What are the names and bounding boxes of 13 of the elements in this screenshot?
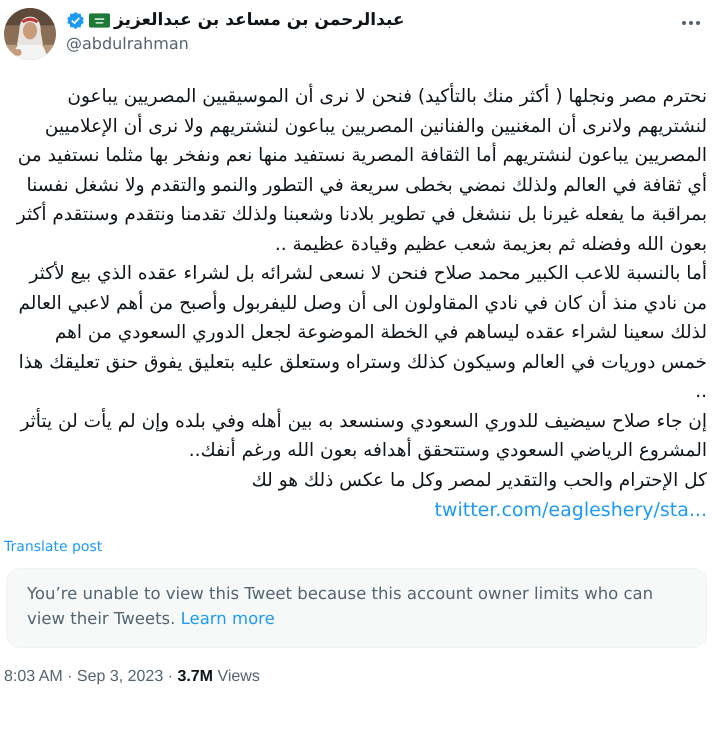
- post-paragraph: كل الإحترام والحب والتقدير لمصر وكل ما عكس ذلك هو لك: [250, 468, 707, 492]
- author-name[interactable]: عبدالرحمن بن مساعد بن عبدالعزيز: [114, 10, 404, 30]
- post-metadata: 8:03 AM · Sep 3, 2023 · 3.7M Views: [4, 668, 261, 686]
- post-paragraph: نحترم مصر ونجلها ( أكثر منك بالتأكيد) فنحن لا نرى أن الموسيقيين المصريين يباعون لنشتريهم ولانرى أن المغنيين والفنانين المصريين يباعون لنشتريهم ولا نرى أن الإعلاميين المصريين يباعون لنشتريهم أما الثقافة المصرية نستفيد منها نعم ونفخر بها مثلما نستفيد من أي ثقافة في العالم ولذلك نمضي بخطى سريعة في التطور والنمو والتقدم ولا نشغل نفسنا بمراقبة ما يفعله غيرنا بل ننشغل في تطوير بلادنا وشعبنا ولذلك تقدمنا ونتقدم وسنتقدم أكثر بعون الله وفضله ثم بعزيمة شعب عظيم وقيادة عظيمة ..: [12, 82, 707, 259]
- translate-link[interactable]: Translate post: [4, 539, 102, 555]
- notice-text: You’re unable to view this Tweet because this account owner limits who can view their Tweets. Learn more: [27, 584, 654, 628]
- post-link[interactable]: twitter.com/eagleshery/sta...: [434, 499, 707, 521]
- author-handle[interactable]: @abdulrahman: [66, 34, 671, 53]
- learn-more-link[interactable]: Learn more: [180, 609, 275, 628]
- more-icon[interactable]: [681, 20, 701, 26]
- post-paragraph: إن جاء صلاح سيضيف للدوري السعودي وسنسعد به بين أهله وفي بلده وإن لم يأت لن يتأثر المشروع الرياضي السعودي وستتحقق أهدافه بعون الله ورغم أنفك..: [12, 406, 707, 466]
- flag-icon: [89, 12, 110, 28]
- post-paragraph: أما بالنسبة للاعب الكبير محمد صلاح فنحن لا نسعى لشرائه بل لشراء عقده الذي بيع لأكثر من نادي منذ أن كان في نادي المقاولون الى أن وصل لليفربول وأصبح من أهم لاعبي العالم لذلك سعينا لشراء عقده ليساهم في الخطة الموضوعة لجعل الدوري السعودي من اهم خمس دوريات في العالم وسيكون كذلك وستراه وستعلق عليه بتعليق يفوق حنق تعليقك هذا ..: [12, 259, 707, 406]
